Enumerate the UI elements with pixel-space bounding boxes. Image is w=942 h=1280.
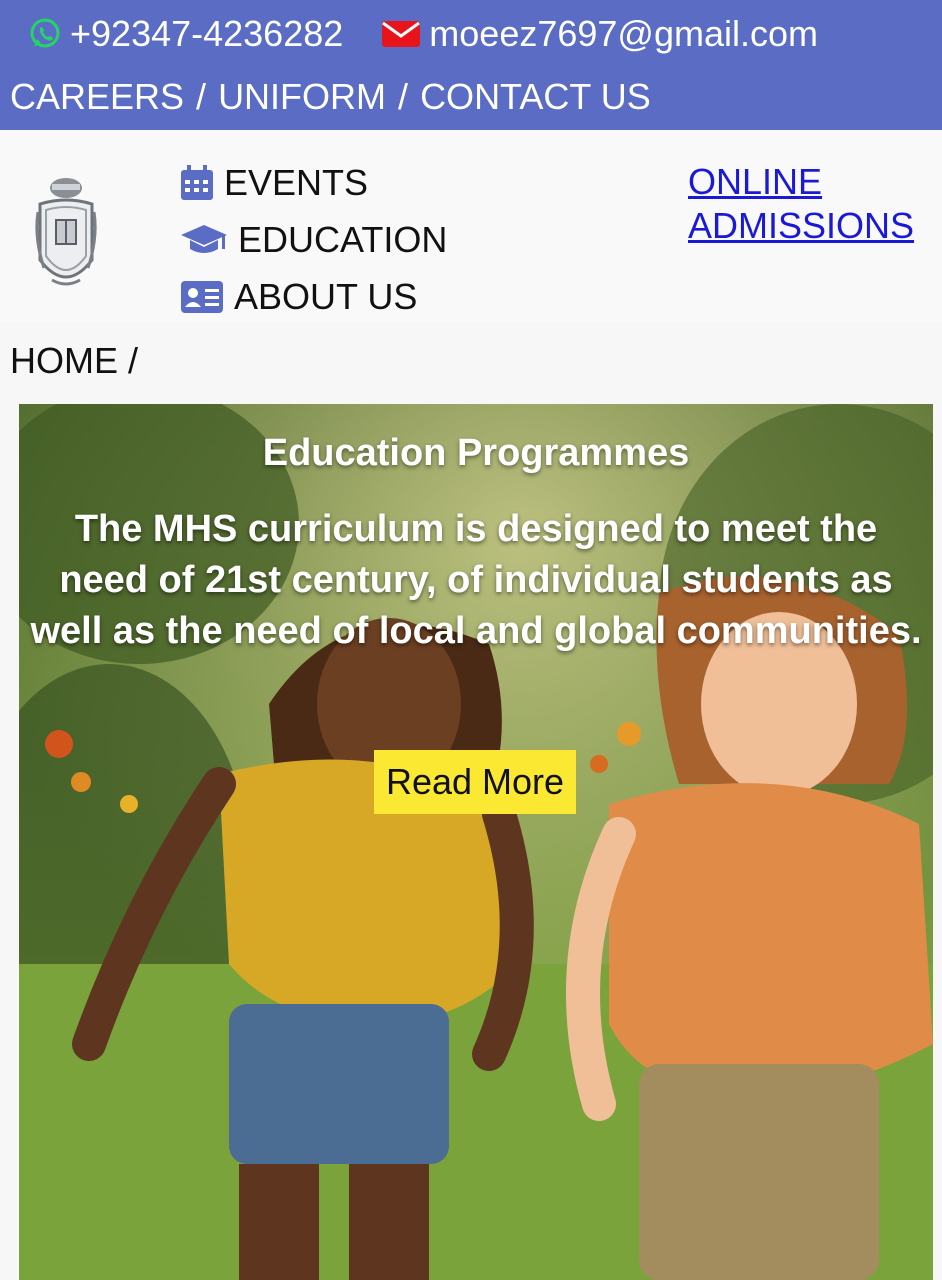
- nav-label-education: EDUCATION: [238, 218, 448, 260]
- separator: /: [398, 76, 409, 117]
- separator: /: [196, 76, 207, 117]
- top-links: CAREERS / UNIFORM / CONTACT US: [10, 76, 651, 118]
- online-admissions-line1: ONLINE: [688, 161, 823, 202]
- id-card-icon: [181, 280, 223, 313]
- uniform-link[interactable]: UNIFORM: [218, 76, 386, 118]
- breadcrumb: HOME /: [10, 340, 139, 381]
- top-bar: +92347-4236282 moeez7697@gmail.com CAREE…: [0, 0, 942, 130]
- nav-item-about-us[interactable]: ABOUT US: [180, 268, 447, 325]
- whatsapp-icon: [30, 18, 60, 48]
- hero-title: Education Programmes: [262, 432, 690, 474]
- email-address: moeez7697@gmail.com: [429, 13, 819, 54]
- phone-link[interactable]: +92347-4236282: [28, 13, 343, 55]
- hero-description: The MHS curriculum is designed to meet t…: [30, 508, 922, 652]
- site-header: EVENTS EDUCATION ABOUT US ONLINE ADMISSI…: [0, 130, 942, 322]
- read-more-button[interactable]: Read More: [374, 750, 576, 814]
- school-crest-logo[interactable]: [34, 168, 98, 302]
- email-link[interactable]: moeez7697@gmail.com: [381, 13, 818, 55]
- contact-us-link[interactable]: CONTACT US: [420, 76, 651, 118]
- main-nav: EVENTS EDUCATION ABOUT US: [180, 154, 447, 325]
- calendar-icon: [181, 164, 213, 200]
- online-admissions-line2: ADMISSIONS: [688, 205, 915, 246]
- mail-icon: [382, 21, 421, 47]
- nav-item-education[interactable]: EDUCATION: [180, 211, 447, 268]
- contact-row: +92347-4236282 moeez7697@gmail.com: [28, 12, 818, 56]
- online-admissions-link[interactable]: ONLINE ADMISSIONS: [688, 160, 914, 248]
- hero-banner: Education Programmes The MHS curriculum …: [19, 404, 933, 1280]
- phone-number: +92347-4236282: [70, 13, 344, 54]
- nav-label-events: EVENTS: [224, 161, 369, 203]
- careers-link[interactable]: CAREERS: [10, 76, 184, 118]
- graduation-cap-icon: [181, 224, 227, 253]
- nav-item-events[interactable]: EVENTS: [180, 154, 447, 211]
- nav-label-about-us: ABOUT US: [234, 275, 418, 317]
